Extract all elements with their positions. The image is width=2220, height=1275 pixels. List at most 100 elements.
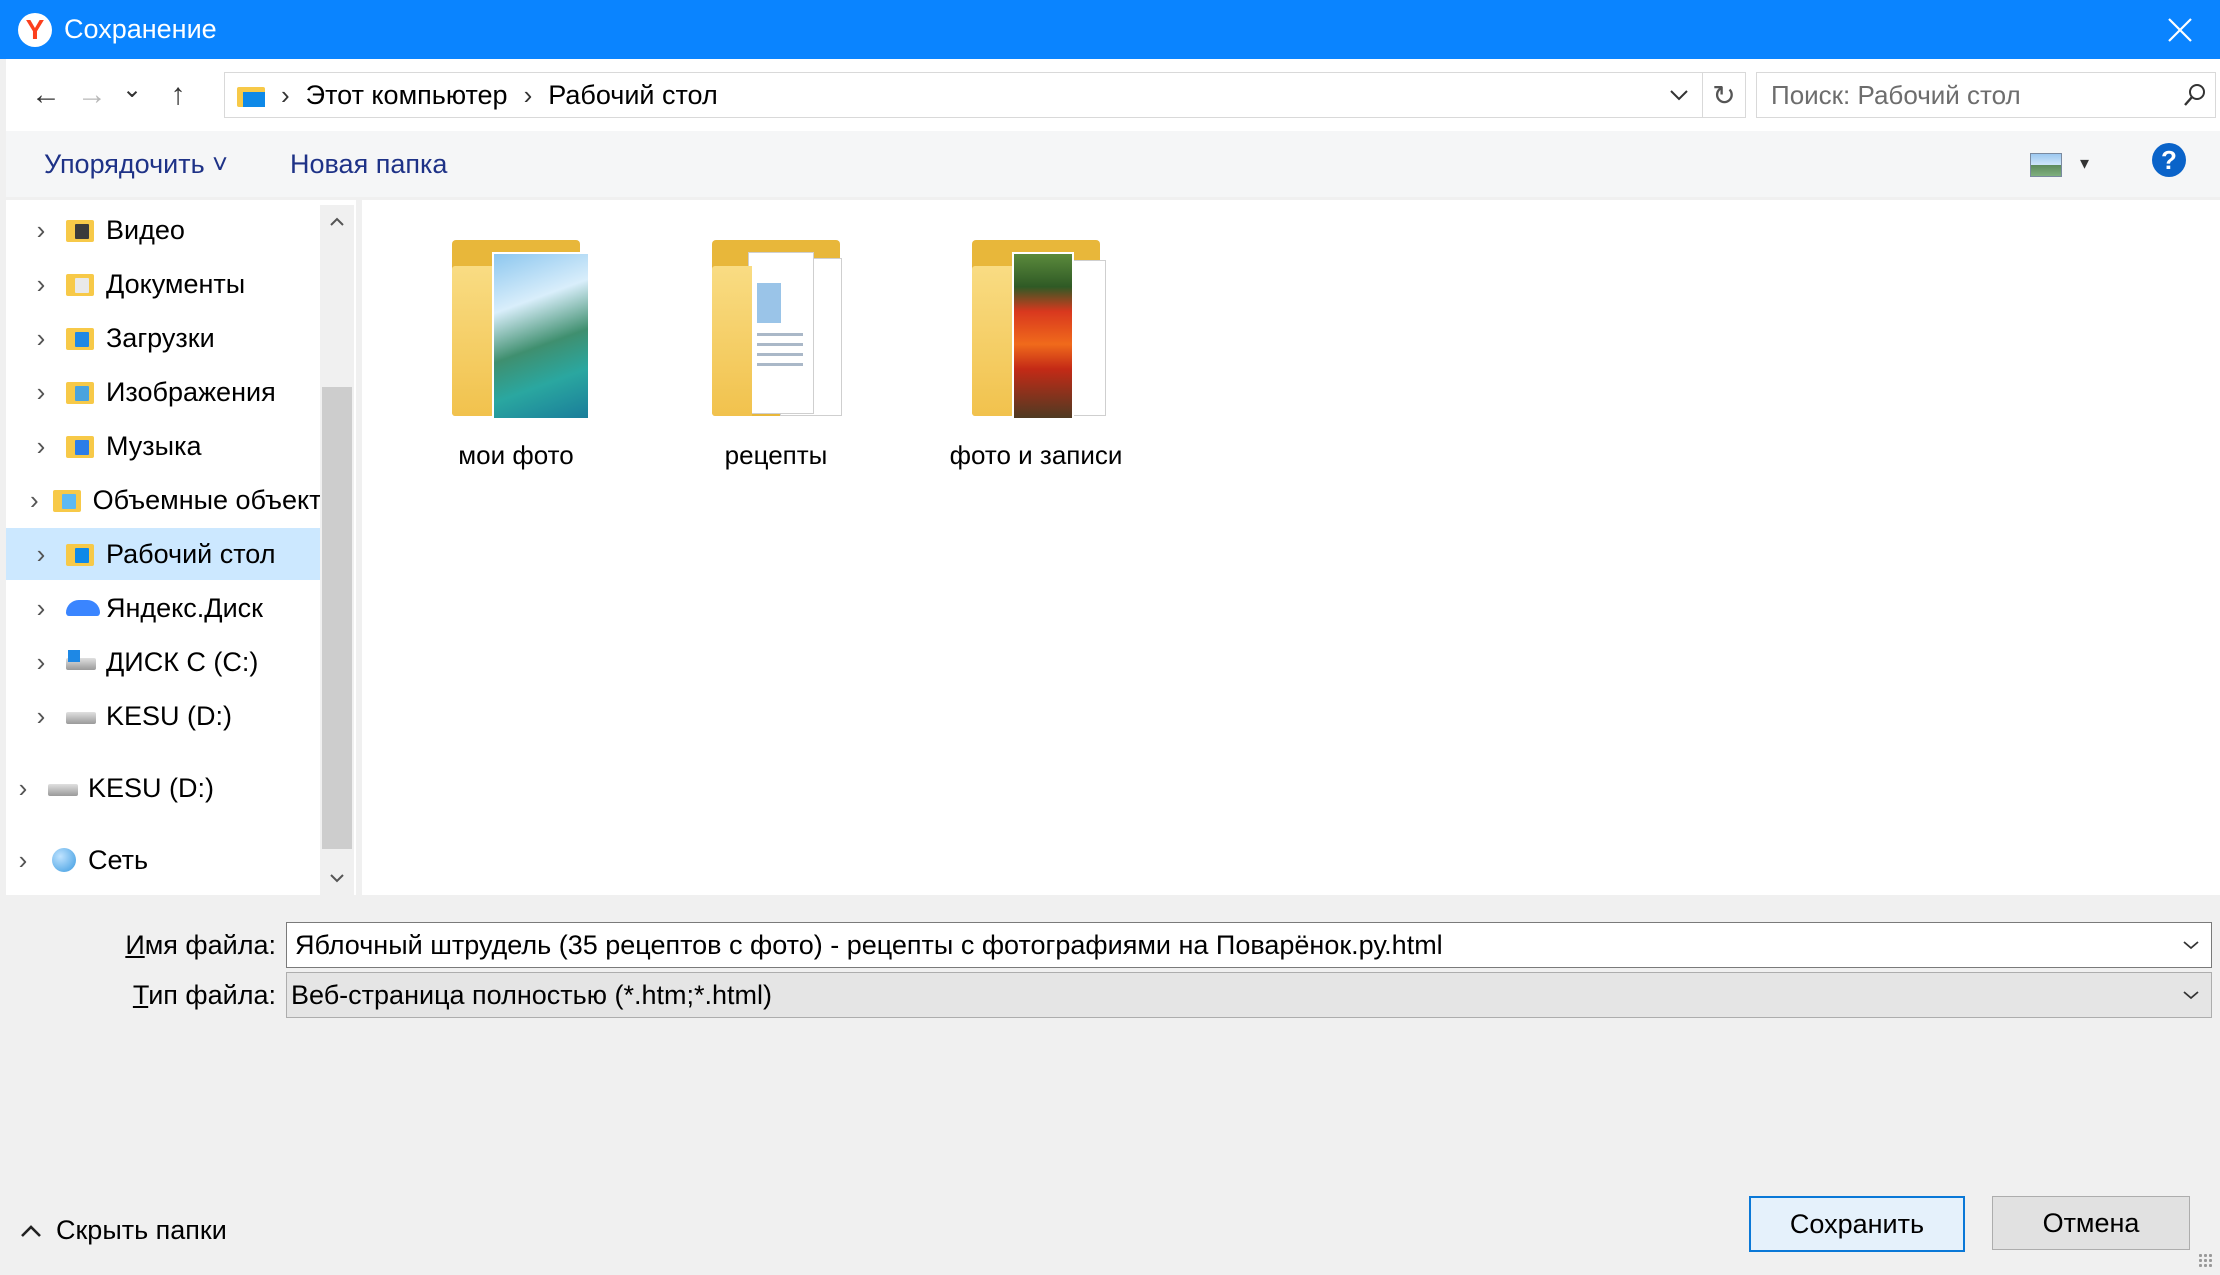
breadcrumb-desktop[interactable]: Рабочий стол: [548, 80, 718, 111]
tree-item-label: Загрузки: [106, 322, 215, 353]
removable-drive-icon: [48, 774, 80, 802]
breadcrumb-this-pc[interactable]: Этот компьютер: [306, 80, 508, 111]
expand-chevron-icon[interactable]: ›: [30, 431, 52, 462]
expand-chevron-icon[interactable]: ›: [30, 701, 52, 732]
up-button[interactable]: ↑: [158, 75, 198, 115]
refresh-icon: ↻: [1712, 79, 1736, 111]
drive-icon: [66, 702, 98, 730]
change-view-icon[interactable]: [2030, 153, 2062, 177]
organize-menu[interactable]: Упорядочить ˅: [44, 149, 228, 180]
folder-with-photo-icon: [452, 230, 592, 420]
arrow-left-icon: ←: [31, 78, 61, 111]
tree-item[interactable]: › KESU (D:): [6, 762, 322, 814]
expand-chevron-icon[interactable]: ›: [30, 485, 39, 516]
folder-item[interactable]: мои фото: [396, 230, 636, 470]
scroll-down-arrow-icon[interactable]: [320, 861, 354, 895]
view-options-dropdown[interactable]: ▾: [2080, 153, 2089, 174]
chevron-down-icon: [2183, 991, 2199, 1000]
filename-label: Имя файла:: [125, 930, 276, 960]
tree-item[interactable]: › Музыка: [6, 420, 322, 472]
tree-item[interactable]: › Изображения: [6, 366, 322, 418]
breadcrumb-separator-icon[interactable]: ›: [281, 80, 290, 111]
tree-item-label: KESU (D:): [106, 700, 233, 731]
music-folder-icon: [66, 432, 98, 460]
tree-item-label: Изображения: [106, 376, 276, 407]
search-input[interactable]: Поиск: Рабочий стол: [1771, 80, 2175, 111]
address-history-dropdown[interactable]: [1661, 73, 1697, 117]
folder-item[interactable]: рецепты: [656, 230, 896, 470]
forward-button[interactable]: →: [72, 75, 112, 115]
expand-chevron-icon[interactable]: ›: [30, 269, 52, 300]
expand-chevron-icon[interactable]: ›: [30, 647, 52, 678]
back-button[interactable]: ←: [26, 75, 66, 115]
navigation-bar: ← → ⌄ ↑ › Этот компьютер › Рабочий стол: [6, 59, 2220, 131]
title-bar: Y Сохранение: [0, 0, 2220, 59]
search-box[interactable]: Поиск: Рабочий стол: [1756, 72, 2216, 118]
window-title: Сохранение: [64, 14, 217, 44]
tree-item[interactable]: › KESU (D:): [6, 690, 322, 742]
navigation-pane: › Видео › Документы › Загрузки › Изображения › Му…: [6, 200, 356, 895]
hide-folders-label: Скрыть папки: [56, 1215, 227, 1245]
tree-item[interactable]: › Яндекс.Диск: [6, 582, 322, 634]
expand-chevron-icon[interactable]: ›: [12, 773, 34, 804]
folder-name: мои фото: [458, 440, 574, 470]
expand-chevron-icon[interactable]: ›: [12, 845, 34, 876]
tree-item[interactable]: › Документы: [6, 258, 322, 310]
hide-folders-button[interactable]: Скрыть папки: [20, 1215, 227, 1246]
video-folder-icon: [66, 216, 98, 244]
scroll-up-arrow-icon[interactable]: [320, 205, 354, 239]
tree-item-label: ДИСК C (C:): [106, 646, 259, 677]
tree-item-label: Рабочий стол: [106, 538, 276, 569]
command-toolbar: Упорядочить ˅ Новая папка ▾: [6, 131, 2220, 197]
yandex-disk-icon: [66, 594, 100, 622]
close-icon: [2168, 18, 2192, 42]
desktop-folder-icon: [66, 540, 98, 568]
tree-item-label: Яндекс.Диск: [106, 592, 263, 623]
tree-item[interactable]: › ДИСК C (C:): [6, 636, 322, 688]
documents-folder-icon: [66, 270, 98, 298]
desktop-folder-icon: [237, 83, 265, 107]
expand-chevron-icon[interactable]: ›: [30, 323, 52, 354]
folder-with-documents-icon: [712, 230, 852, 420]
save-button[interactable]: Сохранить: [1749, 1196, 1965, 1252]
tree-item[interactable]: › Объемные объекты: [6, 474, 341, 526]
help-icon[interactable]: ?: [2152, 143, 2186, 177]
tree-item[interactable]: › Загрузки: [6, 312, 322, 364]
file-list-pane[interactable]: мои фото рецепты фото и записи: [362, 200, 2220, 895]
tree-item[interactable]: › Видео: [6, 204, 322, 256]
new-folder-button[interactable]: Новая папка: [290, 149, 447, 180]
pictures-folder-icon: [66, 378, 98, 406]
chevron-down-icon: [1670, 90, 1688, 101]
address-bar[interactable]: › Этот компьютер › Рабочий стол ↻: [224, 72, 1746, 118]
scrollbar-thumb[interactable]: [322, 387, 352, 849]
filetype-select[interactable]: Веб-страница полностью (*.htm;*.html): [286, 972, 2212, 1018]
chevron-up-icon: [21, 1224, 41, 1237]
tree-item[interactable]: › Рабочий стол: [6, 528, 322, 580]
filetype-dropdown[interactable]: [2171, 973, 2211, 1017]
filename-value[interactable]: Яблочный штрудель (35 рецептов с фото) -…: [295, 930, 2171, 961]
arrow-up-icon: ↑: [170, 78, 186, 111]
filename-field[interactable]: Яблочный штрудель (35 рецептов с фото) -…: [286, 922, 2212, 968]
expand-chevron-icon[interactable]: ›: [30, 377, 52, 408]
filename-dropdown[interactable]: [2171, 923, 2211, 967]
close-button[interactable]: [2160, 10, 2200, 50]
expand-chevron-icon[interactable]: ›: [30, 593, 52, 624]
navigation-scrollbar[interactable]: [320, 205, 354, 895]
tree-item[interactable]: › Сеть: [6, 834, 322, 886]
breadcrumb-separator-icon[interactable]: ›: [524, 80, 533, 111]
folder-item[interactable]: фото и записи: [916, 230, 1156, 470]
search-icon[interactable]: [2175, 75, 2215, 115]
cancel-button[interactable]: Отмена: [1992, 1196, 2190, 1250]
expand-chevron-icon[interactable]: ›: [30, 215, 52, 246]
downloads-folder-icon: [66, 324, 98, 352]
network-icon: [48, 846, 80, 874]
refresh-button[interactable]: ↻: [1702, 73, 1745, 117]
tree-item-label: Объемные объекты: [92, 484, 341, 515]
tree-item-label: Сеть: [88, 844, 149, 875]
recent-locations-button[interactable]: ⌄: [112, 69, 152, 109]
expand-chevron-icon[interactable]: ›: [30, 539, 52, 570]
chevron-down-icon: ⌄: [121, 75, 143, 103]
tree-item-label: KESU (D:): [88, 772, 215, 803]
resize-grip-icon[interactable]: [2198, 1253, 2214, 1269]
filetype-label: Тип файла:: [132, 980, 276, 1010]
